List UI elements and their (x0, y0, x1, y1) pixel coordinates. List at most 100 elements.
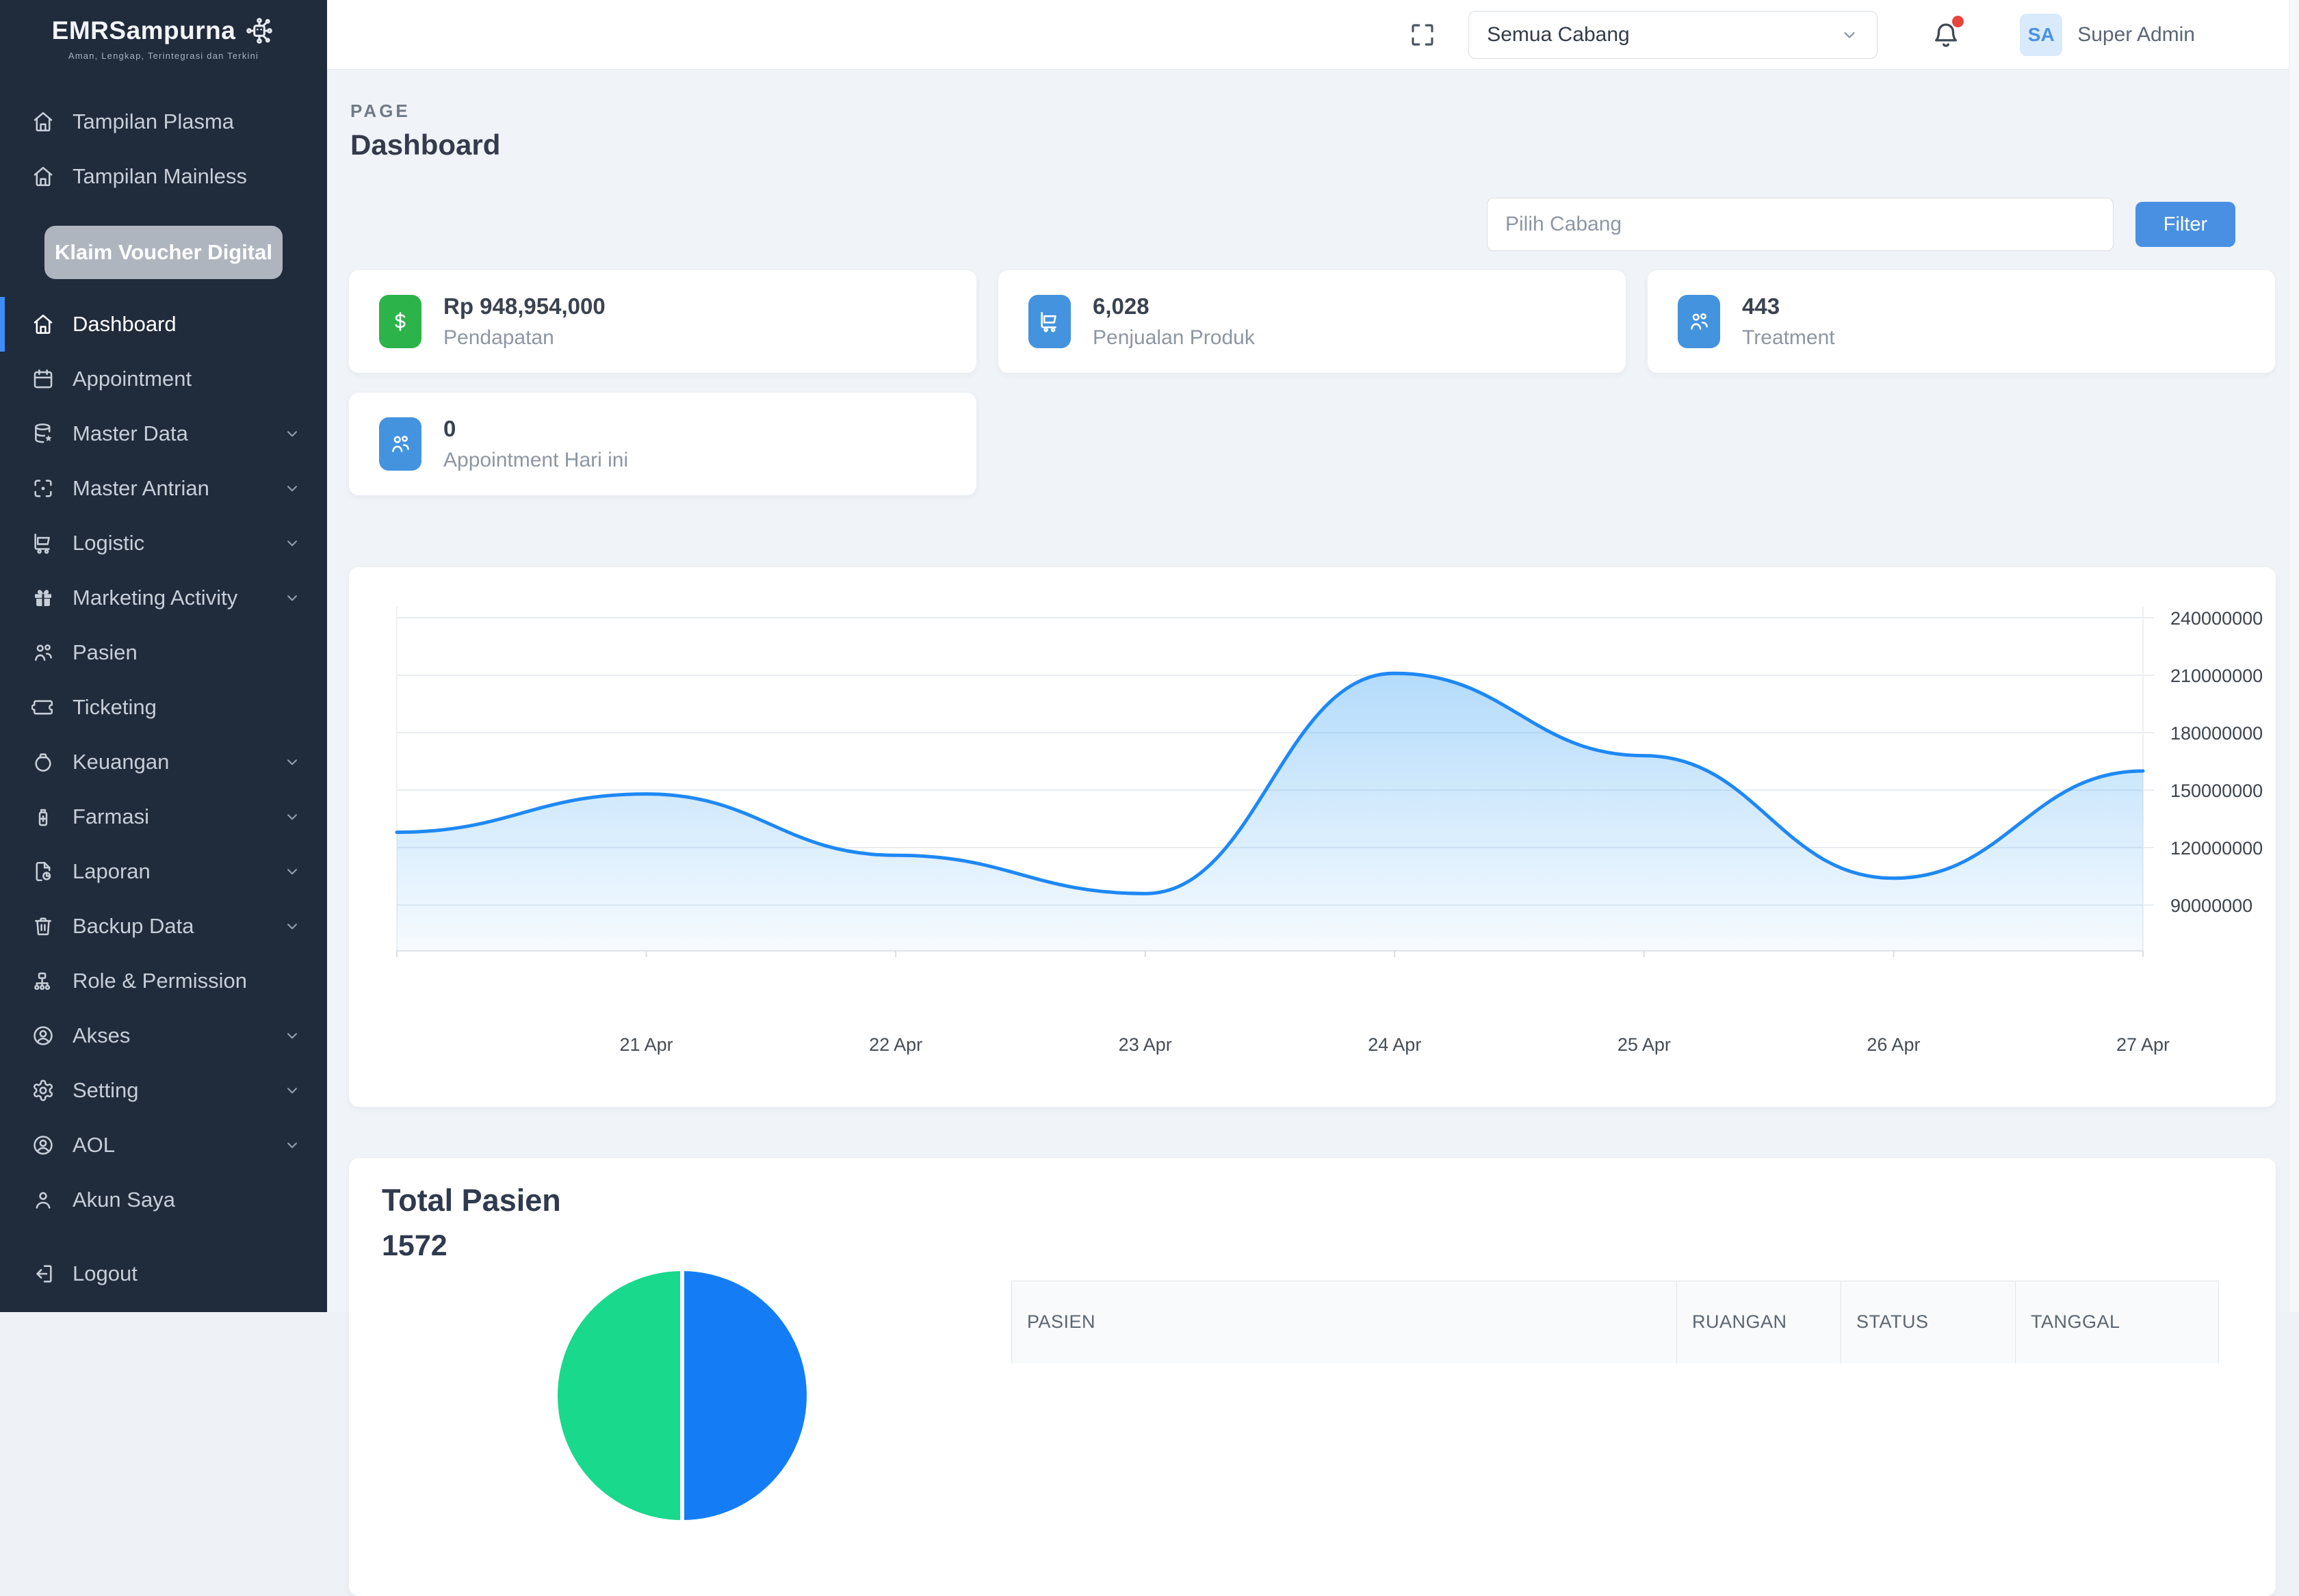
sidebar-item-tampilan-mainless[interactable]: Tampilan Mainless (0, 149, 327, 204)
sidebar-item-dashboard[interactable]: Dashboard (0, 297, 327, 352)
stat-label: Pendapatan (443, 326, 606, 350)
svg-text:21 Apr: 21 Apr (620, 1034, 673, 1055)
users-icon (31, 641, 55, 664)
logout-icon (31, 1262, 55, 1285)
home-icon (31, 313, 55, 336)
sidebar-item-label: Keuangan (73, 750, 169, 774)
sidebar-item-label: AOL (73, 1133, 115, 1157)
sidebar-item-label: Role & Permission (73, 969, 247, 993)
sidebar-item-akun-saya[interactable]: Akun Saya (0, 1173, 327, 1227)
sidebar-item-master-antrian[interactable]: Master Antrian (0, 461, 327, 516)
sidebar-item-farmasi[interactable]: Farmasi (0, 789, 327, 844)
sidebar-item-keuangan[interactable]: Keuangan (0, 735, 327, 789)
chevron-down-icon (283, 425, 301, 443)
sidebar: EMRSampurna Aman, Lengkap, Terintegrasi … (0, 0, 327, 1312)
fullscreen-icon[interactable] (1408, 21, 1437, 49)
svg-text:240000000: 240000000 (2170, 608, 2263, 629)
total-pasien-value: 1572 (382, 1229, 561, 1263)
svg-text:27 Apr: 27 Apr (2116, 1034, 2170, 1055)
chevron-down-icon (283, 863, 301, 880)
robot-icon (244, 15, 275, 47)
sidebar-item-setting[interactable]: Setting (0, 1063, 327, 1118)
page-head: PAGE Dashboard (350, 101, 500, 161)
users-icon (1678, 295, 1720, 348)
branch-filter-input[interactable] (1487, 198, 2114, 251)
ticket-icon (31, 696, 55, 719)
stat-value: 443 (1742, 293, 1835, 319)
calendar-icon (31, 367, 55, 391)
sidebar-nav-main: Dashboard Appointment Master Data Master… (0, 297, 327, 1301)
page-title: Dashboard (350, 129, 500, 161)
filter-button[interactable]: Filter (2135, 202, 2235, 247)
total-pasien-title: Total Pasien (382, 1183, 561, 1218)
stat-value: 6,028 (1093, 293, 1255, 319)
sidebar-item-tampilan-plasma[interactable]: Tampilan Plasma (0, 94, 327, 149)
sidebar-item-label: Master Data (73, 421, 188, 446)
svg-text:25 Apr: 25 Apr (1618, 1034, 1671, 1055)
avatar[interactable]: SA (2020, 14, 2062, 56)
svg-text:150000000: 150000000 (2170, 781, 2263, 801)
sidebar-item-laporan[interactable]: Laporan (0, 844, 327, 899)
chevron-down-icon (283, 1027, 301, 1045)
scan-icon (31, 477, 55, 500)
chevron-down-icon (283, 917, 301, 935)
sidebar-item-label: Marketing Activity (73, 586, 237, 610)
sidebar-item-label: Laporan (73, 859, 151, 884)
pasien-table-header-ruangan: RUANGAN (1677, 1281, 1841, 1363)
sidebar-item-logout[interactable]: Logout (0, 1246, 327, 1301)
pharmacy-icon (31, 805, 55, 828)
svg-text:23 Apr: 23 Apr (1119, 1034, 1172, 1055)
sidebar-item-aol[interactable]: AOL (0, 1118, 327, 1173)
pasien-table-header-pasien: PASIEN (1012, 1281, 1677, 1363)
stat-label: Appointment Hari ini (443, 449, 628, 472)
chevron-down-icon (283, 1136, 301, 1154)
sidebar-item-master-data[interactable]: Master Data (0, 406, 327, 461)
sidebar-item-label: Pasien (73, 640, 138, 665)
user-circle-icon (31, 1024, 55, 1047)
stat-card-treatment: 443 Treatment (1648, 270, 2275, 373)
chevron-down-icon (283, 589, 301, 607)
stat-value: 0 (443, 416, 628, 442)
users-icon (379, 417, 421, 471)
sidebar-item-label: Logout (73, 1261, 138, 1286)
pasien-pie-chart (349, 1158, 2276, 1596)
stats-grid: Rp 948,954,000 Pendapatan 6,028 Penjuala… (349, 270, 2276, 495)
branch-select[interactable]: Semua Cabang (1468, 11, 1878, 59)
moneybag-icon (31, 750, 55, 774)
svg-text:22 Apr: 22 Apr (869, 1034, 922, 1055)
branch-select-value: Semua Cabang (1487, 23, 1629, 47)
cart-icon (1028, 295, 1071, 348)
sidebar-item-marketing-activity[interactable]: Marketing Activity (0, 571, 327, 625)
sidebar-item-role-permission[interactable]: Role & Permission (0, 954, 327, 1008)
sidebar-item-label: Tampilan Plasma (73, 109, 234, 134)
pasien-table-header-row: PASIENRUANGANSTATUSTANGGAL (1012, 1281, 2219, 1363)
sidebar-item-pasien[interactable]: Pasien (0, 625, 327, 680)
sidebar-item-logistic[interactable]: Logistic (0, 516, 327, 571)
chevron-down-icon (283, 534, 301, 552)
sidebar-nav-top: Tampilan Plasma Tampilan Mainless (0, 94, 327, 204)
revenue-area-chart[interactable]: 9000000012000000015000000018000000021000… (349, 567, 2276, 1107)
sidebar-item-label: Dashboard (73, 312, 177, 337)
stat-card-penjualan-produk: 6,028 Penjualan Produk (998, 270, 1626, 373)
report-icon (31, 860, 55, 883)
svg-text:180000000: 180000000 (2170, 723, 2263, 744)
sidebar-item-label: Farmasi (73, 804, 149, 829)
sidebar-item-label: Akun Saya (73, 1188, 175, 1212)
sidebar-item-label: Akses (73, 1023, 130, 1048)
chevron-down-icon (283, 808, 301, 826)
svg-text:26 Apr: 26 Apr (1867, 1034, 1920, 1055)
chevron-down-icon (283, 1082, 301, 1099)
user-name: Super Admin (2077, 23, 2195, 47)
sidebar-item-label: Logistic (73, 531, 144, 555)
notifications-button[interactable] (1931, 20, 1961, 50)
sidebar-item-appointment[interactable]: Appointment (0, 352, 327, 406)
sidebar-item-akses[interactable]: Akses (0, 1008, 327, 1063)
sidebar-item-backup-data[interactable]: Backup Data (0, 899, 327, 954)
stat-card-appointment-hari-ini: 0 Appointment Hari ini (349, 393, 976, 495)
database-icon (31, 422, 55, 445)
page-scrollbar[interactable] (2289, 0, 2299, 1312)
sidebar-item-ticketing[interactable]: Ticketing (0, 680, 327, 735)
voucher-claim-button[interactable]: Klaim Voucher Digital (44, 226, 283, 279)
svg-text:90000000: 90000000 (2170, 895, 2252, 916)
sidebar-item-label: Backup Data (73, 914, 194, 939)
